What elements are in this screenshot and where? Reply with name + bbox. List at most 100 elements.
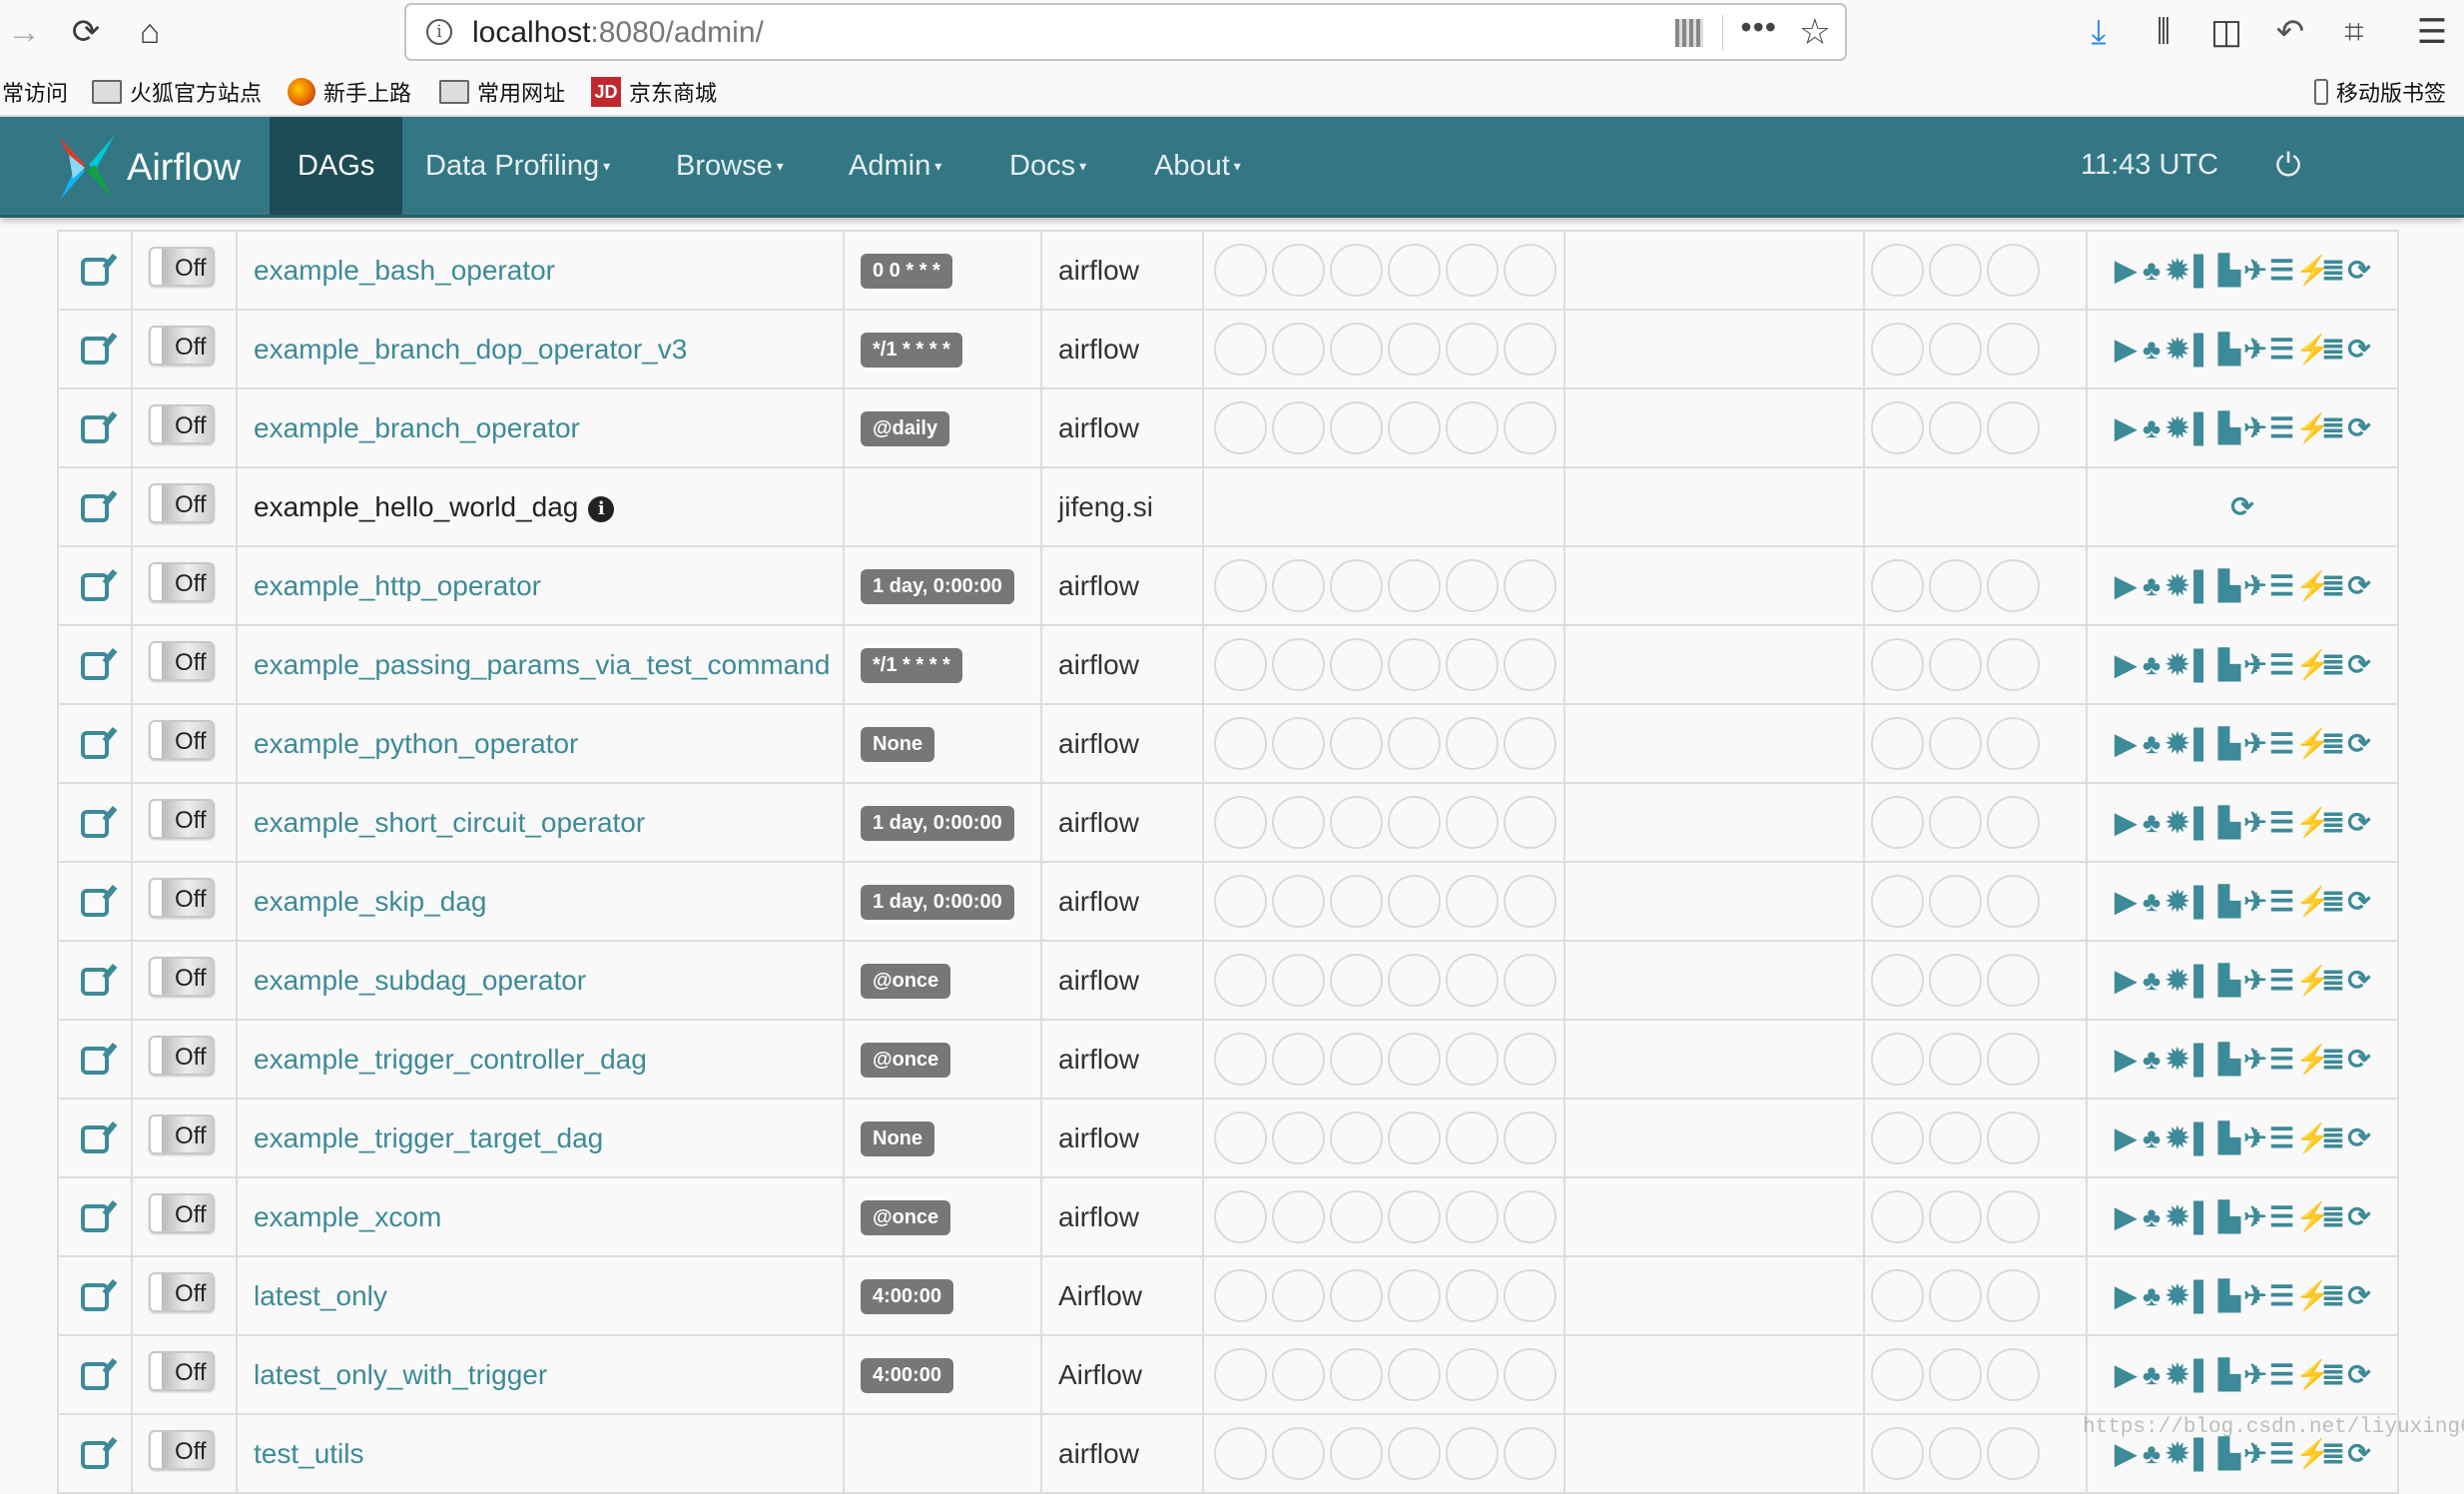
bookmark-star-icon[interactable]: ☆ (1799, 11, 1831, 53)
tree-view-icon[interactable]: ♣ (2140, 649, 2163, 680)
status-circle[interactable] (1504, 323, 1556, 375)
code-view-icon[interactable]: ▙ (2217, 570, 2241, 601)
status-circle[interactable] (1388, 1033, 1441, 1086)
duration-chart-icon[interactable]: ▌ (2191, 1122, 2215, 1153)
task-tries-icon[interactable]: ✈ (2243, 886, 2267, 917)
page-actions-icon[interactable]: ••• (1740, 9, 1777, 46)
task-tries-icon[interactable]: ✈ (2243, 807, 2267, 838)
gantt-icon[interactable]: ☰ (2269, 334, 2294, 365)
status-circle[interactable] (1330, 1348, 1383, 1401)
status-circle[interactable] (1214, 796, 1267, 849)
status-circle[interactable] (1272, 1348, 1325, 1401)
dag-name-link[interactable]: example_short_circuit_operator (254, 807, 645, 838)
graph-view-icon[interactable]: ✹ (2165, 1122, 2189, 1153)
status-circle[interactable] (1987, 1348, 2040, 1401)
status-circle[interactable] (1446, 1269, 1499, 1322)
landing-times-icon[interactable]: ⚡ (2295, 334, 2330, 365)
duration-chart-icon[interactable]: ▌ (2191, 649, 2215, 680)
graph-view-icon[interactable]: ✹ (2165, 255, 2189, 286)
refresh-icon[interactable]: ⟳ (2347, 334, 2371, 365)
status-circle[interactable] (1504, 1269, 1556, 1322)
dag-on-off-toggle[interactable]: Off (149, 1272, 215, 1312)
refresh-icon[interactable]: ⟳ (2347, 255, 2371, 286)
tree-view-icon[interactable]: ♣ (2140, 1201, 2163, 1232)
trigger-dag-icon[interactable]: ▶ (2114, 255, 2138, 286)
gantt-icon[interactable]: ☰ (2269, 807, 2294, 838)
status-circle[interactable] (1987, 559, 2040, 612)
landing-times-icon[interactable]: ⚡ (2295, 1438, 2330, 1469)
status-circle[interactable] (1214, 638, 1267, 691)
gantt-icon[interactable]: ☰ (2269, 255, 2294, 286)
graph-view-icon[interactable]: ✹ (2165, 649, 2189, 680)
edit-icon[interactable] (81, 1283, 109, 1312)
status-circle[interactable] (1987, 401, 2040, 454)
qr-code-icon[interactable] (1675, 19, 1703, 47)
status-circle[interactable] (1987, 1427, 2040, 1480)
nav-browse[interactable]: Browse ▾ (648, 117, 812, 215)
status-circle[interactable] (1929, 1033, 1982, 1086)
landing-times-icon[interactable]: ⚡ (2295, 1044, 2330, 1075)
trigger-dag-icon[interactable]: ▶ (2114, 807, 2138, 838)
tree-view-icon[interactable]: ♣ (2140, 255, 2163, 286)
code-view-icon[interactable]: ▙ (2217, 728, 2241, 759)
landing-times-icon[interactable]: ⚡ (2295, 649, 2330, 680)
status-circle[interactable] (1929, 954, 1982, 1007)
status-circle[interactable] (1504, 559, 1556, 612)
edit-icon[interactable] (81, 415, 109, 444)
dag-name-link[interactable]: example_passing_params_via_test_command (254, 649, 830, 680)
status-circle[interactable] (1871, 717, 1924, 770)
status-circle[interactable] (1330, 1269, 1383, 1322)
dag-on-off-toggle[interactable]: Off (149, 1351, 215, 1391)
status-circle[interactable] (1504, 401, 1556, 454)
gantt-icon[interactable]: ☰ (2269, 886, 2294, 917)
trigger-dag-icon[interactable]: ▶ (2114, 728, 2138, 759)
landing-times-icon[interactable]: ⚡ (2295, 1122, 2330, 1153)
status-circle[interactable] (1446, 559, 1499, 612)
dag-on-off-toggle[interactable]: Off (149, 799, 215, 839)
code-view-icon[interactable]: ▙ (2217, 1122, 2241, 1153)
status-circle[interactable] (1330, 1033, 1383, 1086)
gantt-icon[interactable]: ☰ (2269, 1201, 2294, 1232)
status-circle[interactable] (1388, 401, 1441, 454)
status-circle[interactable] (1388, 1269, 1441, 1322)
brand[interactable]: Airflow (55, 135, 241, 201)
refresh-icon[interactable]: ⟳ (2347, 649, 2371, 680)
status-circle[interactable] (1446, 796, 1499, 849)
forward-button[interactable]: → (2, 10, 46, 54)
status-circle[interactable] (1871, 1269, 1924, 1322)
gantt-icon[interactable]: ☰ (2269, 1044, 2294, 1075)
dag-on-off-toggle[interactable]: Off (149, 326, 215, 366)
gantt-icon[interactable]: ☰ (2269, 728, 2294, 759)
gantt-icon[interactable]: ☰ (2269, 965, 2294, 996)
trigger-dag-icon[interactable]: ▶ (2114, 334, 2138, 365)
status-circle[interactable] (1330, 875, 1383, 928)
graph-view-icon[interactable]: ✹ (2165, 965, 2189, 996)
status-circle[interactable] (1214, 1190, 1267, 1243)
logs-icon[interactable]: ≣ (2321, 255, 2345, 286)
logs-icon[interactable]: ≣ (2321, 412, 2345, 443)
status-circle[interactable] (1388, 954, 1441, 1007)
tree-view-icon[interactable]: ♣ (2140, 334, 2163, 365)
status-circle[interactable] (1446, 717, 1499, 770)
status-circle[interactable] (1871, 1190, 1924, 1243)
info-icon[interactable]: i (588, 495, 615, 522)
edit-icon[interactable] (81, 968, 109, 997)
task-tries-icon[interactable]: ✈ (2243, 1359, 2267, 1390)
dag-name-link[interactable]: example_hello_world_dag (254, 491, 578, 522)
dag-on-off-toggle[interactable]: Off (149, 641, 215, 681)
status-circle[interactable] (1388, 559, 1441, 612)
status-circle[interactable] (1272, 559, 1325, 612)
graph-view-icon[interactable]: ✹ (2165, 886, 2189, 917)
status-circle[interactable] (1272, 1033, 1325, 1086)
status-circle[interactable] (1929, 244, 1982, 297)
dag-on-off-toggle[interactable]: Off (149, 1430, 215, 1470)
refresh-icon[interactable]: ⟳ (2230, 491, 2254, 522)
trigger-dag-icon[interactable]: ▶ (2114, 412, 2138, 443)
status-circle[interactable] (1929, 1427, 1982, 1480)
landing-times-icon[interactable]: ⚡ (2295, 1359, 2330, 1390)
dag-name-link[interactable]: example_subdag_operator (254, 965, 586, 996)
status-circle[interactable] (1272, 717, 1325, 770)
landing-times-icon[interactable]: ⚡ (2295, 412, 2330, 443)
dag-on-off-toggle[interactable]: Off (149, 878, 215, 918)
status-circle[interactable] (1330, 796, 1383, 849)
